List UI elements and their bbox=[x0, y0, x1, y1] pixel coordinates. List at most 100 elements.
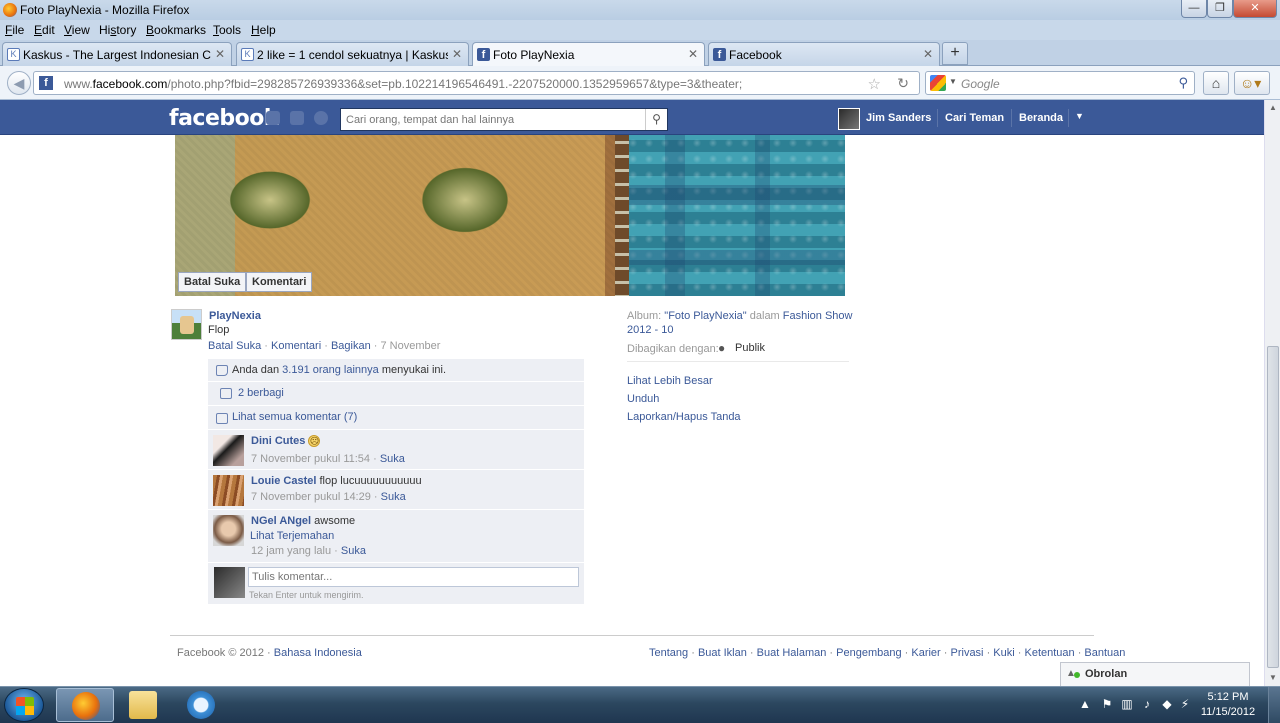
action-center-icon[interactable]: ⚑ bbox=[1100, 697, 1114, 711]
notifications-globe-icon[interactable] bbox=[314, 111, 328, 125]
view-larger-link[interactable]: Lihat Lebih Besar bbox=[627, 375, 713, 387]
tab-foto-playnexia[interactable]: f Foto PlayNexia ✕ bbox=[472, 42, 705, 67]
scroll-up-icon[interactable]: ▲ bbox=[1265, 100, 1280, 116]
avatar[interactable] bbox=[838, 108, 860, 130]
account-menu-icon[interactable]: ▼ bbox=[1075, 111, 1084, 121]
menu-edit[interactable]: Edit bbox=[34, 23, 55, 37]
footer-link-create-ad[interactable]: Buat Iklan bbox=[698, 647, 747, 659]
close-tab-icon[interactable]: ✕ bbox=[923, 47, 933, 61]
commenter-avatar[interactable] bbox=[213, 435, 244, 466]
show-desktop-button[interactable] bbox=[1268, 687, 1280, 723]
tab-kaskus-thread[interactable]: K 2 like = 1 cendol sekuatnya | Kaskus -… bbox=[236, 42, 469, 66]
footer-link-cookies[interactable]: Kuki bbox=[993, 647, 1014, 659]
commenter-name[interactable]: Louie Castel bbox=[251, 475, 316, 487]
tab-kaskus-home[interactable]: K Kaskus - The Largest Indonesian Com...… bbox=[2, 42, 232, 66]
menu-view[interactable]: View bbox=[64, 23, 90, 37]
home-button[interactable]: ⌂ bbox=[1203, 71, 1229, 95]
search-bar[interactable]: ▼ Google ⚲ bbox=[925, 71, 1195, 95]
event-link[interactable]: Fashion Show bbox=[783, 310, 853, 322]
commenter-name[interactable]: Dini Cutes bbox=[251, 435, 305, 447]
taskbar-firefox[interactable] bbox=[56, 688, 114, 722]
facebook-logo[interactable]: facebook bbox=[169, 106, 279, 131]
clock[interactable]: 5:12 PM 11/15/2012 bbox=[1195, 690, 1261, 720]
network-icon[interactable]: ▥ bbox=[1120, 697, 1134, 711]
close-window-button[interactable]: ✕ bbox=[1233, 0, 1277, 18]
comment-like-link[interactable]: Suka bbox=[380, 453, 405, 465]
reload-icon[interactable]: ↻ bbox=[897, 75, 909, 92]
friend-requests-icon[interactable] bbox=[266, 111, 280, 125]
commenter-avatar[interactable] bbox=[213, 515, 244, 546]
language-link[interactable]: Bahasa Indonesia bbox=[274, 647, 362, 659]
usb-icon[interactable]: ⚡ bbox=[1178, 697, 1192, 711]
firefox-icon bbox=[72, 692, 100, 720]
app-tray-icon[interactable]: ◆ bbox=[1160, 697, 1174, 711]
maximize-button[interactable]: ❐ bbox=[1207, 0, 1233, 18]
footer-link-careers[interactable]: Karier bbox=[911, 647, 940, 659]
close-tab-icon[interactable]: ✕ bbox=[215, 47, 225, 61]
scroll-thumb[interactable] bbox=[1267, 346, 1279, 668]
page-avatar[interactable] bbox=[171, 309, 202, 340]
globe-icon: ● bbox=[718, 341, 726, 355]
menu-bookmarks[interactable]: Bookmarks bbox=[146, 23, 206, 37]
footer-link-create-page[interactable]: Buat Halaman bbox=[757, 647, 827, 659]
translate-link[interactable]: Lihat Terjemahan bbox=[250, 530, 334, 542]
shares-link[interactable]: 2 berbagi bbox=[238, 387, 284, 399]
menu-tools[interactable]: Tools bbox=[213, 23, 241, 37]
scroll-down-icon[interactable]: ▼ bbox=[1265, 670, 1280, 686]
minimize-button[interactable]: — bbox=[1181, 0, 1207, 18]
find-friends-link[interactable]: Cari Teman bbox=[945, 112, 1004, 124]
start-button[interactable] bbox=[4, 688, 44, 722]
new-tab-button[interactable]: + bbox=[942, 42, 968, 65]
messages-icon[interactable] bbox=[290, 111, 304, 125]
tab-facebook[interactable]: f Facebook ✕ bbox=[708, 42, 940, 66]
footer-link-privacy[interactable]: Privasi bbox=[951, 647, 984, 659]
footer-link-developers[interactable]: Pengembang bbox=[836, 647, 901, 659]
unlike-link[interactable]: Batal Suka bbox=[208, 340, 261, 352]
photo[interactable]: Batal Suka Komentari bbox=[175, 135, 845, 296]
taskbar-explorer[interactable] bbox=[114, 688, 172, 722]
commenter-name[interactable]: NGel ANgel bbox=[251, 515, 311, 527]
volume-icon[interactable]: ♪ bbox=[1140, 697, 1154, 711]
bookmark-star-icon[interactable]: ☆ bbox=[868, 75, 881, 93]
privacy-setting[interactable]: Publik bbox=[735, 342, 765, 354]
google-icon[interactable] bbox=[930, 75, 946, 91]
menu-history[interactable]: History bbox=[99, 23, 136, 37]
album-link[interactable]: "Foto PlayNexia" bbox=[664, 310, 746, 322]
likes-count-link[interactable]: 3.191 orang lainnya bbox=[282, 364, 379, 376]
comment-text: flop lucuuuuuuuuuuu bbox=[319, 475, 422, 487]
photo-unlike-button[interactable]: Batal Suka bbox=[178, 272, 247, 292]
search-icon[interactable]: ⚲ bbox=[1178, 75, 1188, 91]
comment-like-link[interactable]: Suka bbox=[341, 545, 366, 557]
chevron-down-icon[interactable]: ▼ bbox=[949, 77, 957, 86]
comment-input[interactable] bbox=[248, 567, 579, 587]
fb-search-input[interactable] bbox=[341, 109, 646, 130]
report-link[interactable]: Laporkan/Hapus Tanda bbox=[627, 411, 741, 423]
back-button[interactable]: ◀ bbox=[7, 71, 31, 95]
url-text[interactable]: www.facebook.com/photo.php?fbid=29828572… bbox=[64, 77, 742, 91]
menu-file[interactable]: File bbox=[5, 23, 24, 37]
close-tab-icon[interactable]: ✕ bbox=[452, 47, 462, 61]
menu-help[interactable]: Help bbox=[251, 23, 276, 37]
comment-link[interactable]: Komentari bbox=[271, 340, 321, 352]
profile-link[interactable]: Jim Sanders bbox=[866, 112, 931, 124]
address-bar[interactable]: f www.facebook.com/photo.php?fbid=298285… bbox=[33, 71, 920, 95]
share-link[interactable]: Bagikan bbox=[331, 340, 371, 352]
footer-link-help[interactable]: Bantuan bbox=[1084, 647, 1125, 659]
page-scrollbar[interactable]: ▲ ▼ bbox=[1264, 100, 1280, 686]
footer-link-about[interactable]: Tentang bbox=[649, 647, 688, 659]
comment-like-link[interactable]: Suka bbox=[381, 491, 406, 503]
tray-expand-icon[interactable]: ▲ bbox=[1078, 697, 1092, 711]
commenter-avatar[interactable] bbox=[213, 475, 244, 506]
photo-comment-button[interactable]: Komentari bbox=[246, 272, 313, 292]
addon-icon[interactable]: ☺▾ bbox=[1234, 71, 1270, 95]
home-link[interactable]: Beranda bbox=[1019, 112, 1063, 124]
download-link[interactable]: Unduh bbox=[627, 393, 659, 405]
taskbar-itunes[interactable] bbox=[172, 688, 230, 722]
close-tab-icon[interactable]: ✕ bbox=[688, 47, 698, 61]
search-icon[interactable]: ⚲ bbox=[645, 109, 667, 130]
footer-link-terms[interactable]: Ketentuan bbox=[1024, 647, 1074, 659]
event-link-line-2[interactable]: 2012 - 10 bbox=[627, 324, 673, 336]
page-name-link[interactable]: PlayNexia bbox=[209, 310, 261, 322]
view-all-comments-link[interactable]: Lihat semua komentar (7) bbox=[232, 411, 357, 423]
chat-bar[interactable]: ▲ Obrolan bbox=[1060, 662, 1250, 686]
